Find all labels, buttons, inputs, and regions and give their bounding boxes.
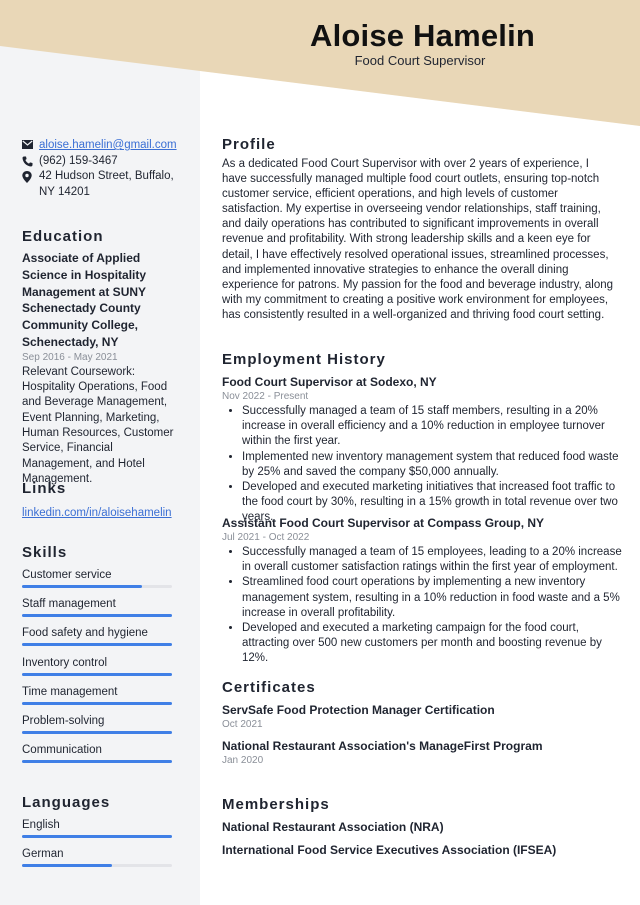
language-level-bar <box>22 835 172 838</box>
skill-level-fill <box>22 614 172 618</box>
skill-level-fill <box>22 760 172 764</box>
skill-label: Communication <box>22 744 102 757</box>
job-bullet: Implemented new inventory management sys… <box>242 450 622 480</box>
languages-heading: Languages <box>22 794 111 811</box>
job-bullets: Successfully managed a team of 15 employ… <box>222 545 622 667</box>
email-link[interactable]: aloise.hamelin@gmail.com <box>39 138 177 154</box>
skill-level-fill <box>22 731 172 734</box>
contact-email: aloise.hamelin@gmail.com <box>22 138 182 154</box>
job-entry-dates: Nov 2022 - Present <box>222 391 309 402</box>
skill-label: Food safety and hygiene <box>22 627 148 640</box>
skill-level-bar <box>22 614 172 618</box>
job-entry-dates: Jul 2021 - Oct 2022 <box>222 532 310 543</box>
employment-heading: Employment History <box>222 351 386 368</box>
contact-address: 42 Hudson Street, Buffalo, NY 14201 <box>22 169 182 200</box>
links-heading: Links <box>22 480 67 497</box>
memberships-heading: Memberships <box>222 796 330 813</box>
job-entry: Food Court Supervisor at Sodexo, NY Nov … <box>222 374 622 526</box>
job-title: Food Court Supervisor <box>354 53 486 68</box>
certificate-title: ServSafe Food Protection Manager Certifi… <box>222 703 495 717</box>
skill-level-fill <box>22 701 172 705</box>
job-bullet: Streamlined food court operations by imp… <box>242 575 622 621</box>
certificate-title: National Restaurant Association's Manage… <box>222 739 543 753</box>
phone-icon <box>22 154 39 167</box>
skill-item: Communication <box>22 743 172 764</box>
profile-heading: Profile <box>222 136 276 153</box>
education-dates: Sep 2016 - May 2021 <box>22 351 118 363</box>
job-bullets: Successfully managed a team of 15 staff … <box>222 404 622 526</box>
certificate-date: Oct 2021 <box>222 719 263 730</box>
job-entry: Assistant Food Court Supervisor at Compa… <box>222 515 622 667</box>
skill-level-fill <box>22 585 142 588</box>
skills-heading: Skills <box>22 544 68 561</box>
education-coursework: Relevant Coursework: Hospitality Operati… <box>22 365 174 485</box>
education-entry: Associate of Applied Science in Hospital… <box>22 250 182 487</box>
skill-item: Food safety and hygiene <box>22 626 172 647</box>
language-label: English <box>22 819 60 831</box>
education-degree: Associate of Applied Science in Hospital… <box>22 251 147 349</box>
skill-level-fill <box>22 672 172 676</box>
skill-level-bar <box>22 672 172 676</box>
membership-item: International Food Service Executives As… <box>222 843 557 857</box>
envelope-icon <box>22 138 39 149</box>
skill-level-bar <box>22 760 172 764</box>
skill-item: Staff management <box>22 597 172 618</box>
skill-level-bar <box>22 731 172 734</box>
job-entry-title: Assistant Food Court Supervisor at Compa… <box>222 516 545 530</box>
address-text: 42 Hudson Street, Buffalo, NY 14201 <box>39 170 174 198</box>
skill-label: Staff management <box>22 598 116 611</box>
skill-label: Customer service <box>22 569 112 581</box>
skill-level-bar <box>22 585 172 588</box>
language-label: German <box>22 848 64 860</box>
certificate-date: Jan 2020 <box>222 755 264 766</box>
skill-level-bar <box>22 643 172 647</box>
language-item: English <box>22 818 172 838</box>
skill-item: Customer service <box>22 568 172 588</box>
language-level-fill <box>22 864 112 867</box>
phone-number: (962) 159-3467 <box>39 154 118 167</box>
membership-item: National Restaurant Association (NRA) <box>222 820 444 834</box>
certificate-entry: National Restaurant Association's Manage… <box>222 738 622 768</box>
contact-block: aloise.hamelin@gmail.com (962) 159-3467 … <box>22 138 182 200</box>
skill-label: Problem-solving <box>22 715 105 727</box>
language-item: German <box>22 847 172 867</box>
candidate-name: Aloise Hamelin <box>310 18 536 53</box>
skill-item: Problem-solving <box>22 714 172 734</box>
skill-label: Time management <box>22 685 118 698</box>
skill-item: Time management <box>22 685 172 705</box>
location-pin-icon <box>22 169 39 183</box>
profile-text: As a dedicated Food Court Supervisor wit… <box>222 158 614 321</box>
job-bullet: Successfully managed a team of 15 staff … <box>242 404 622 450</box>
skill-level-fill <box>22 643 172 647</box>
language-level-fill <box>22 835 172 838</box>
skill-level-bar <box>22 701 172 705</box>
job-bullet: Successfully managed a team of 15 employ… <box>242 545 622 575</box>
job-bullet: Developed and executed a marketing campa… <box>242 621 622 667</box>
language-level-bar <box>22 864 172 867</box>
skill-item: Inventory control <box>22 656 172 676</box>
linkedin-link[interactable]: linkedin.com/in/aloisehamelin <box>22 507 172 519</box>
skill-label: Inventory control <box>22 656 108 669</box>
certificate-entry: ServSafe Food Protection Manager Certifi… <box>222 702 622 732</box>
contact-phone: (962) 159-3467 <box>22 154 182 170</box>
education-heading: Education <box>22 228 104 245</box>
job-entry-title: Food Court Supervisor at Sodexo, NY <box>222 375 437 389</box>
certificates-heading: Certificates <box>222 679 316 696</box>
